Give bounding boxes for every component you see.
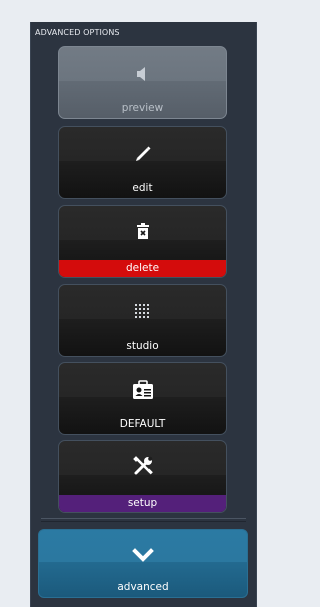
panel-title: ADVANCED OPTIONS — [35, 28, 120, 37]
advanced-label: advanced — [117, 581, 169, 593]
default-button[interactable]: DEFAULT — [58, 362, 227, 435]
preview-button[interactable]: preview — [58, 46, 227, 119]
edit-label: edit — [132, 182, 153, 194]
delete-label: delete — [59, 260, 226, 277]
preview-label: preview — [121, 102, 164, 114]
divider — [41, 518, 246, 519]
setup-label: setup — [59, 495, 226, 512]
default-label: DEFAULT — [119, 418, 166, 430]
trash-icon — [59, 218, 226, 244]
id-badge-icon — [59, 377, 226, 403]
studio-button[interactable]: studio — [58, 284, 227, 357]
chevron-down-icon — [39, 542, 247, 568]
setup-button[interactable]: setup — [58, 440, 227, 513]
divider-shadow — [41, 521, 246, 522]
speaker-icon — [59, 61, 226, 87]
tools-icon — [59, 453, 226, 479]
pencil-icon — [59, 141, 226, 167]
edit-button[interactable]: edit — [58, 126, 227, 199]
advanced-button[interactable]: advanced — [38, 529, 248, 598]
studio-label: studio — [126, 340, 159, 352]
dotted-grid-icon — [59, 299, 226, 325]
delete-button[interactable]: delete — [58, 205, 227, 278]
advanced-options-panel: ADVANCED OPTIONS preview edit delete stu… — [30, 22, 257, 607]
